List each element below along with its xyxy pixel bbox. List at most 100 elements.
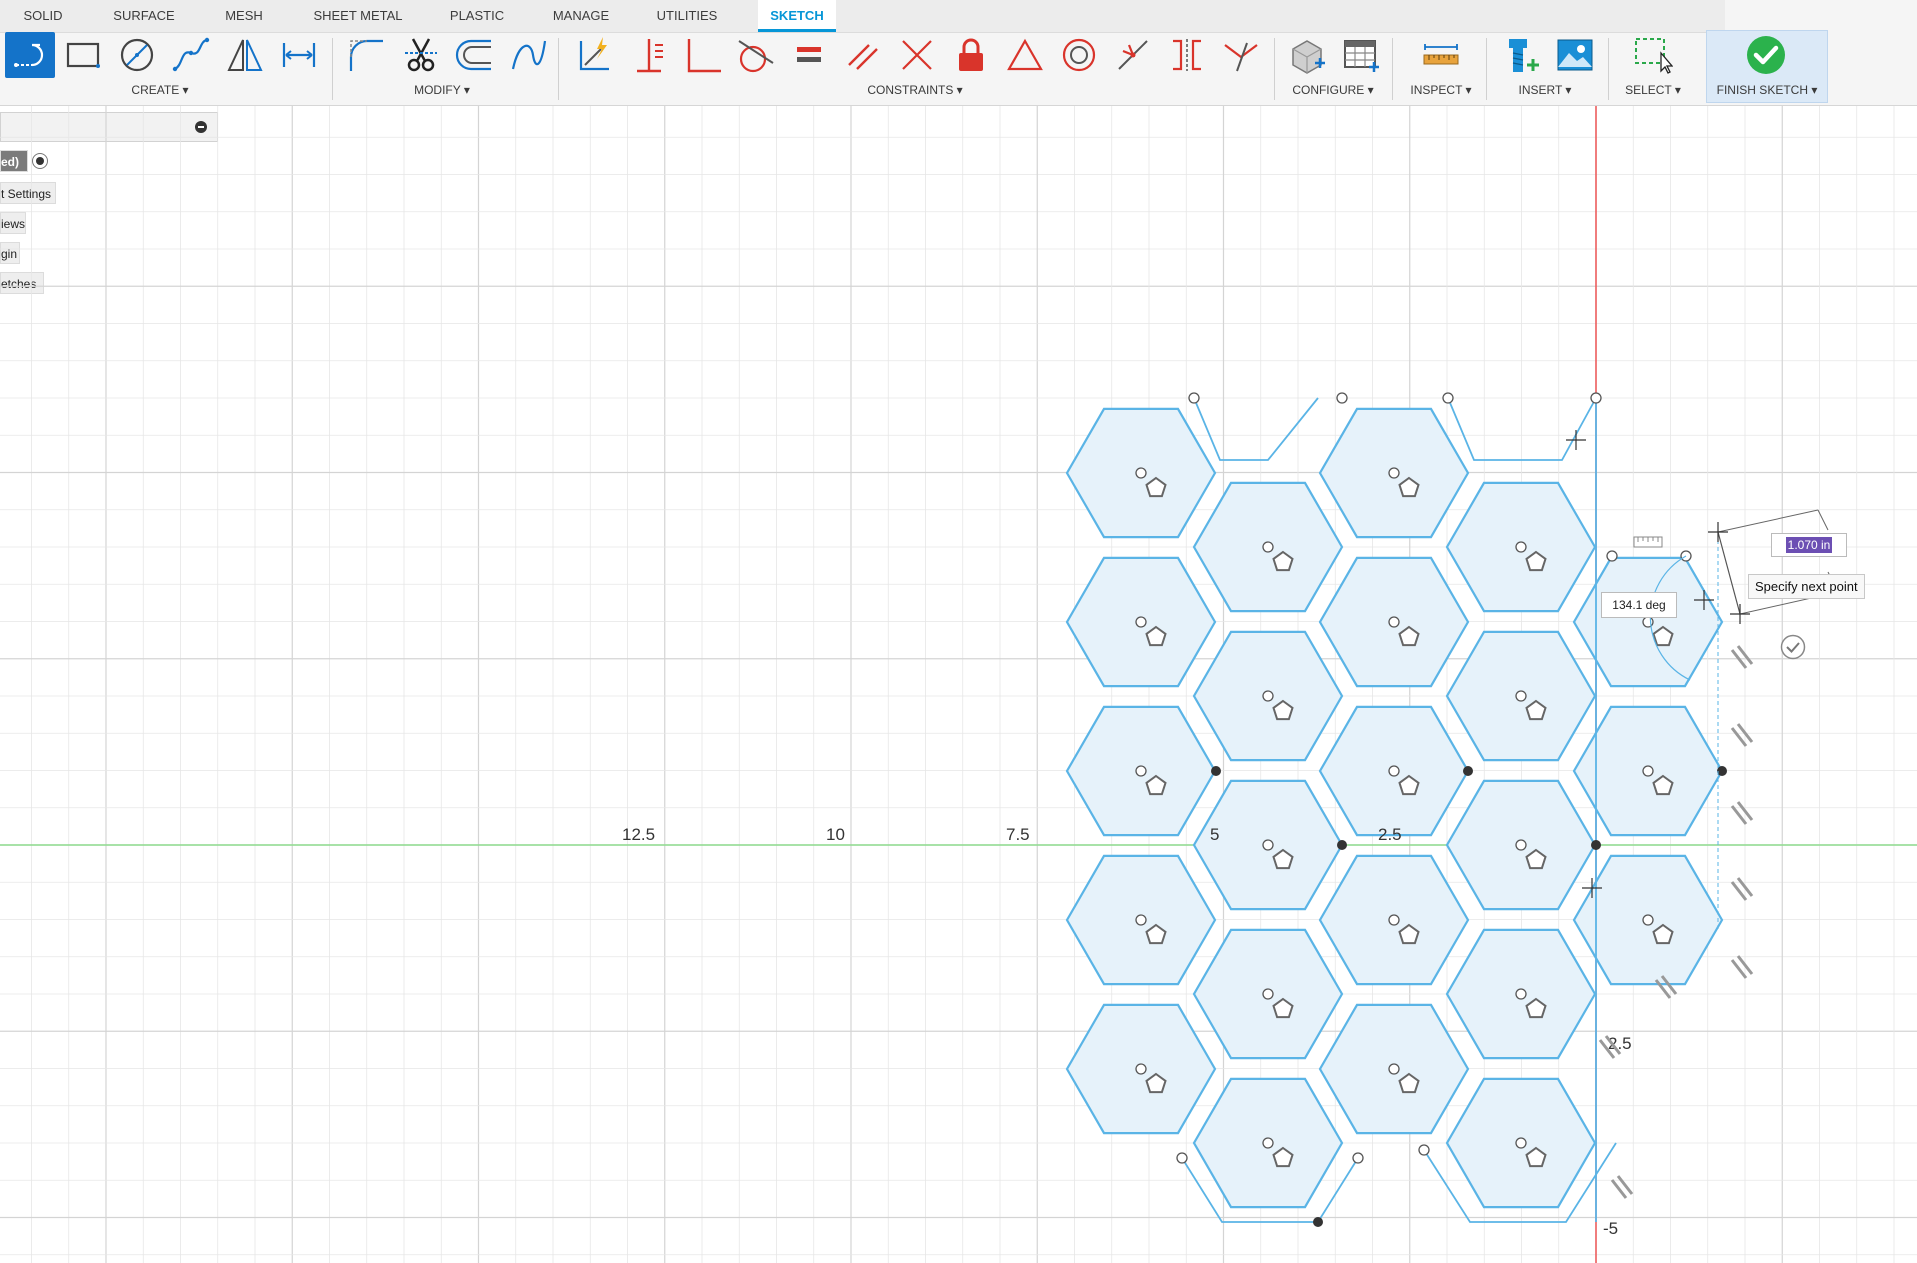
- tab-sheet-metal[interactable]: SHEET METAL: [306, 0, 410, 32]
- dimension-tool-button[interactable]: [274, 32, 324, 78]
- center-point[interactable]: [1388, 914, 1400, 926]
- create-menu[interactable]: CREATE ▾: [110, 83, 210, 97]
- center-point[interactable]: [1262, 988, 1274, 1000]
- tab-plastic[interactable]: PLASTIC: [440, 0, 514, 32]
- parallel-tool-button[interactable]: [838, 32, 888, 78]
- constraints-menu[interactable]: CONSTRAINTS ▾: [865, 83, 965, 97]
- center-point[interactable]: [1388, 467, 1400, 479]
- parallel-glyph: [1730, 723, 1754, 747]
- center-point[interactable]: [1388, 765, 1400, 777]
- select-tool-button[interactable]: [1628, 32, 1678, 78]
- perpendicular-tool-button[interactable]: [624, 32, 674, 78]
- center-point[interactable]: [1515, 690, 1527, 702]
- center-point[interactable]: [1135, 914, 1147, 926]
- parallel-glyph: [1730, 955, 1754, 979]
- sketch-point[interactable]: [1418, 1144, 1430, 1156]
- coincident-point[interactable]: [1463, 766, 1473, 776]
- center-point[interactable]: [1135, 616, 1147, 628]
- x-axis-label: 12.5: [622, 825, 655, 844]
- measure-tool-button[interactable]: [1416, 32, 1466, 78]
- dimension-icon: [1633, 536, 1663, 548]
- length-dimension-input[interactable]: 1.070 in: [1771, 533, 1847, 557]
- coincident-point[interactable]: [1337, 840, 1347, 850]
- bolt-icon: [1509, 39, 1539, 72]
- sketch-point[interactable]: [1336, 392, 1348, 404]
- equal-tool-button[interactable]: [784, 32, 834, 78]
- tab-mesh[interactable]: MESH: [216, 0, 272, 32]
- insert-canvas-tool-button[interactable]: [1550, 32, 1600, 78]
- sketch-line-preview: [1717, 531, 1741, 615]
- center-point[interactable]: [1515, 839, 1527, 851]
- coincident-point[interactable]: [1313, 1217, 1323, 1227]
- parameters-icon: [1292, 40, 1325, 74]
- ok-check-icon[interactable]: [1780, 634, 1806, 660]
- mirror-tool-button[interactable]: [220, 32, 270, 78]
- tangent-tool-button[interactable]: [730, 32, 780, 78]
- center-point[interactable]: [1388, 1063, 1400, 1075]
- collinear-tool-button[interactable]: [892, 32, 942, 78]
- horizontal-vertical-tool-button[interactable]: [678, 32, 728, 78]
- modify-menu[interactable]: MODIFY ▾: [392, 83, 492, 97]
- lock-icon: [959, 38, 983, 71]
- coincident-point[interactable]: [1591, 840, 1601, 850]
- trim-tool-button[interactable]: [396, 32, 446, 78]
- center-point[interactable]: [1135, 467, 1147, 479]
- fillet-tool-button[interactable]: [340, 32, 390, 78]
- center-point[interactable]: [1262, 1137, 1274, 1149]
- circle-tool-button[interactable]: [112, 32, 162, 78]
- spline-icon: [172, 37, 210, 72]
- coincident-point[interactable]: [1211, 766, 1221, 776]
- center-point[interactable]: [1135, 765, 1147, 777]
- boundary-line[interactable]: [1447, 397, 1597, 461]
- finish-sketch-button[interactable]: [1741, 32, 1791, 78]
- center-point[interactable]: [1515, 541, 1527, 553]
- configure-menu[interactable]: CONFIGURE ▾: [1283, 83, 1383, 97]
- tab-utilities[interactable]: UTILITIES: [648, 0, 726, 32]
- tab-solid[interactable]: SOLID: [16, 0, 70, 32]
- insert-menu[interactable]: INSERT ▾: [1495, 83, 1595, 97]
- center-point[interactable]: [1642, 914, 1654, 926]
- spline-tool-button[interactable]: [166, 32, 216, 78]
- center-point[interactable]: [1262, 541, 1274, 553]
- configurations-tool-button[interactable]: [1336, 32, 1386, 78]
- concentric-tool-button[interactable]: [1054, 32, 1104, 78]
- tab-manage[interactable]: MANAGE: [545, 0, 617, 32]
- center-point[interactable]: [1262, 839, 1274, 851]
- conic-curve-tool-button[interactable]: [504, 32, 554, 78]
- conic-icon: [511, 40, 547, 70]
- finish-sketch-menu[interactable]: FINISH SKETCH ▾: [1711, 83, 1823, 97]
- center-point[interactable]: [1262, 690, 1274, 702]
- sketch-point[interactable]: [1176, 1152, 1188, 1164]
- rectangle-tool-button[interactable]: [58, 32, 108, 78]
- boundary-line[interactable]: [1193, 397, 1319, 461]
- sketch-point[interactable]: [1352, 1152, 1364, 1164]
- center-point[interactable]: [1135, 1063, 1147, 1075]
- center-point[interactable]: [1515, 1137, 1527, 1149]
- center-point[interactable]: [1388, 616, 1400, 628]
- inspect-menu[interactable]: INSPECT ▾: [1391, 83, 1491, 97]
- angle-dimension-input[interactable]: 134.1 deg: [1601, 592, 1677, 618]
- center-point[interactable]: [1515, 988, 1527, 1000]
- midpoint-tool-button[interactable]: [1108, 32, 1158, 78]
- group-separator: [1486, 38, 1487, 100]
- triangle-constraint-tool-button[interactable]: [1000, 32, 1050, 78]
- sketch-canvas[interactable]: 12.5 10 7.5 5 2.5 2.5 -5: [0, 106, 1917, 1263]
- window-select-icon: [1635, 38, 1673, 74]
- x-axis-label: 10: [826, 825, 845, 844]
- tab-surface[interactable]: SURFACE: [106, 0, 182, 32]
- sketch-point[interactable]: [1606, 550, 1618, 562]
- offset-tool-button[interactable]: [450, 32, 500, 78]
- select-menu[interactable]: SELECT ▾: [1603, 83, 1703, 97]
- symmetry-tool-button[interactable]: [1162, 32, 1212, 78]
- fix-unfix-tool-button[interactable]: [946, 32, 996, 78]
- sketch-point[interactable]: [1442, 392, 1454, 404]
- curvature-tool-button[interactable]: [1216, 32, 1266, 78]
- change-parameters-tool-button[interactable]: [1282, 32, 1332, 78]
- insert-mcmaster-tool-button[interactable]: [1496, 32, 1546, 78]
- center-point[interactable]: [1642, 765, 1654, 777]
- autoconstrain-tool-button[interactable]: [570, 32, 620, 78]
- tab-sketch[interactable]: SKETCH: [758, 0, 836, 32]
- sketch-point[interactable]: [1590, 392, 1602, 404]
- line-tool-button[interactable]: [5, 32, 55, 78]
- sketch-point[interactable]: [1188, 392, 1200, 404]
